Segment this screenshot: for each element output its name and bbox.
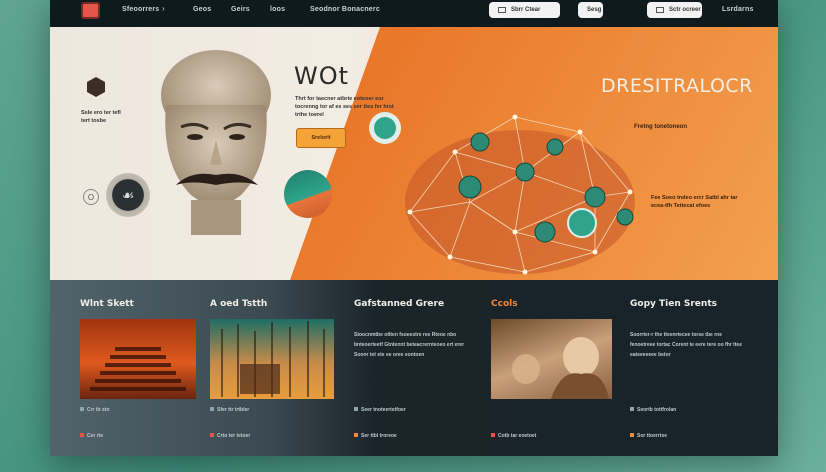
card-title-4: Ccols [491, 299, 518, 309]
card-meta-5: Seortb tottfrolan [630, 407, 676, 413]
hero-caption: Fretng tonetoneon [634, 124, 687, 130]
card-text-5: Soorrter-r the tteenrtecee torse tbe rne… [630, 332, 742, 358]
card-meta-1: Crr tb stn [80, 407, 110, 413]
pagoda-illustration [90, 347, 186, 391]
logo-icon[interactable] [81, 2, 100, 19]
hero-section: Ssle ero ter tefl tert tosbe O ☙ WOt Thr… [50, 27, 778, 280]
person-illustration [512, 337, 609, 399]
chevron-right-icon: › [162, 4, 165, 13]
card-title-3: Gafstanned Grere [354, 299, 445, 309]
card-image-2[interactable] [210, 319, 334, 399]
top-nav: Sfeoorrers › Geos Geirs loos Seodnor Bon… [50, 0, 778, 27]
card-title-2: A oed Tstth [210, 299, 268, 309]
search-placeholder: Sbrr Ctear [511, 7, 541, 13]
card-meta-2b: Crto ter tetoer [210, 433, 250, 439]
nav-link-4[interactable]: loos [270, 6, 285, 13]
play-circle-icon[interactable]: O [83, 189, 99, 205]
search-icon [498, 7, 506, 13]
card-meta-1b: Cer rte [80, 433, 103, 439]
head-illustration [161, 50, 271, 235]
card-meta-4b: Cotb tar eoetoet [491, 433, 536, 439]
network-sphere-graphic [405, 114, 635, 275]
nav-link-3[interactable]: Geirs [231, 6, 250, 13]
hero-heading: DRESITRALOCR [601, 75, 753, 97]
hero-caption-2: Fee Soeo tndeo ercr Satbl ahr tar ecea-t… [651, 195, 738, 209]
content-section: Wlnt Skett Crr tb stn Cer rte A oed Tstt… [50, 280, 778, 456]
card-title-5: Gopy Tien Srents [630, 299, 717, 309]
nav-link-5[interactable]: Seodnor Bonacnerc [310, 6, 380, 13]
nav-link-1[interactable]: Sfeoorrers [122, 6, 159, 13]
nav-link-2[interactable]: Geos [193, 6, 211, 13]
card-meta-3b: Ser ttbl troreoe [354, 433, 397, 439]
nav-pill-label: Sesg [587, 7, 602, 13]
nav-pill-button[interactable]: Sesg [578, 2, 603, 18]
card-title-1: Wlnt Skett [80, 299, 134, 309]
thumbnail-circle[interactable] [284, 170, 332, 218]
box-icon [656, 7, 664, 13]
nav-pill-button-2[interactable]: Sctr ocreer [647, 2, 702, 18]
green-badge-icon-2[interactable] [567, 208, 597, 238]
side-text: Ssle ero ter tefl tert tosbe [81, 110, 121, 124]
nav-right-link[interactable]: Lsrdarns [722, 6, 754, 13]
card-meta-2: Sfer ttr trtbler [210, 407, 249, 413]
hero-cta-button[interactable]: Srelorlt [296, 128, 346, 148]
card-meta-5b: Sor ttoerrtse [630, 433, 667, 439]
hero-title: WOt [294, 62, 350, 90]
nav-pill-label-2: Sctr ocreer [669, 7, 701, 13]
card-text-3: Stoocnmtbe otlten fsoeestre ree Rteoe nb… [354, 332, 465, 358]
browser-window: Sfeoorrers › Geos Geirs loos Seodnor Bon… [50, 0, 778, 456]
search-input[interactable]: Sbrr Ctear [489, 2, 560, 18]
card-meta-3: Seer tnoteertetfoer [354, 407, 406, 413]
machinery-illustration [221, 321, 325, 397]
card-image-4[interactable] [491, 319, 612, 399]
card-image-1[interactable] [80, 319, 196, 399]
leaf-icon[interactable]: ☙ [106, 173, 150, 217]
